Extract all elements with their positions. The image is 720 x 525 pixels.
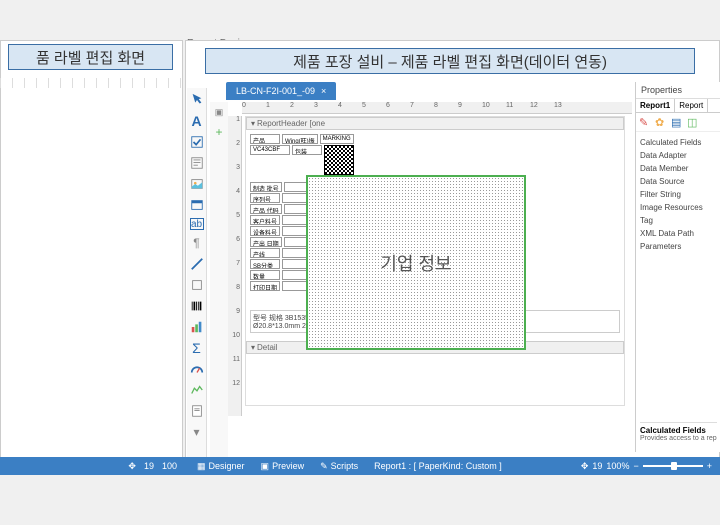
properties-list: Calculated Fields Data Adapter Data Memb…	[636, 132, 720, 257]
properties-tabs: Report1 Report	[636, 99, 720, 113]
document-tab-label: LB-CN-F2I-001_-09	[236, 86, 315, 96]
band-label: Detail	[257, 343, 277, 352]
gear-icon[interactable]: ✿	[655, 116, 667, 128]
right-statusbar: ▦Designer ▣Preview ✎Scripts Report1 : [ …	[185, 457, 720, 475]
properties-toolbar: ✎ ✿ ▤ ◫	[636, 113, 720, 132]
image-tool-icon[interactable]	[189, 176, 205, 192]
property-row[interactable]: Image Resources	[640, 201, 717, 214]
character-tool-icon[interactable]: ¶	[189, 235, 205, 251]
properties-title: Properties	[636, 82, 720, 99]
left-header-label: 품 라벨 편집 화면	[8, 44, 173, 70]
pointer-count-icon: ✥	[128, 461, 136, 472]
shape-tool-icon[interactable]	[189, 277, 205, 293]
zoom-slider[interactable]	[643, 465, 703, 467]
designer-icon: ▦	[197, 461, 206, 472]
left-statusbar: ✥ 19 100	[0, 457, 185, 475]
report-header-content[interactable]: 产品Wing(旺)振MARKING VC43CBF包装 制造 批号 序列号 产品…	[246, 130, 624, 337]
property-row[interactable]: Filter String	[640, 188, 717, 201]
chart-tool-icon[interactable]	[189, 319, 205, 335]
chevron-down-icon: ▾	[251, 343, 255, 352]
pointer-count: 19	[144, 461, 154, 471]
property-row[interactable]: Data Adapter	[640, 149, 717, 162]
label-field[interactable]: 客户料号	[250, 215, 280, 225]
arrow-down-icon[interactable]: ▾	[189, 424, 205, 440]
property-row[interactable]: Data Source	[640, 175, 717, 188]
chevron-down-icon: ▾	[251, 119, 255, 128]
toolbox: A ab ¶ Σ ▾	[187, 88, 207, 458]
richtext-tool-icon[interactable]	[189, 155, 205, 171]
plus-icon[interactable]: +	[211, 124, 227, 140]
panel-tool-icon[interactable]	[189, 197, 205, 213]
band-toolbox: ▣ +	[210, 102, 228, 457]
checkbox-tool-icon[interactable]	[189, 134, 205, 150]
zoom-value: 100	[162, 461, 177, 471]
document-tool-icon[interactable]	[189, 403, 205, 419]
band-label: ReportHeader [one	[257, 119, 325, 128]
pointer-count-icon: ✥	[581, 461, 589, 472]
label-field[interactable]: VC43CBF	[250, 145, 290, 155]
sum-tool-icon[interactable]: Σ	[189, 340, 205, 356]
properties-panel: Properties Report1 Report ✎ ✿ ▤ ◫ Calcul…	[635, 82, 720, 452]
group-icon[interactable]: ◫	[687, 116, 699, 128]
label-field[interactable]: 产品 代码	[250, 204, 282, 214]
qr-code[interactable]	[324, 145, 354, 175]
document-info: Report1 : [ PaperKind: Custom ]	[370, 461, 506, 471]
right-header-label: 제품 포장 설비 – 제품 라벨 편집 화면(데이터 연동)	[205, 48, 695, 74]
label-field[interactable]: 设备料号	[250, 226, 280, 236]
line-tool-icon[interactable]	[189, 256, 205, 272]
close-icon[interactable]: ×	[321, 86, 326, 96]
left-pane	[0, 40, 183, 465]
scripts-icon: ✎	[320, 461, 328, 472]
property-row[interactable]: Data Member	[640, 162, 717, 175]
zoom-out-button[interactable]: −	[633, 461, 638, 471]
label-field[interactable]: Wing(旺)振	[282, 134, 318, 144]
company-info-overlay[interactable]: 기업 정보	[306, 175, 526, 350]
pointer-count: 19	[592, 461, 602, 471]
preview-tab-button[interactable]: ▣Preview	[257, 461, 309, 472]
label-field[interactable]: 打印日期	[250, 281, 280, 291]
property-row[interactable]: Parameters	[640, 240, 717, 253]
zoom-value: 100%	[606, 461, 629, 471]
list-icon[interactable]: ▤	[671, 116, 683, 128]
property-row[interactable]: XML Data Path	[640, 227, 717, 240]
report-header-band[interactable]: ▾ ReportHeader [one	[246, 117, 624, 130]
label-field[interactable]: 产出 日期	[250, 237, 282, 247]
help-text: Provides access to a rep	[640, 435, 717, 442]
scripts-tab-button[interactable]: ✎Scripts	[316, 461, 362, 472]
zoom-thumb[interactable]	[671, 462, 677, 470]
property-row[interactable]: Tag	[640, 214, 717, 227]
properties-tab[interactable]: Report1	[636, 99, 675, 112]
label-field[interactable]: 数量	[250, 270, 280, 280]
zoom-in-button[interactable]: +	[707, 461, 712, 471]
label-field[interactable]: 序列号	[250, 193, 280, 203]
label-field[interactable]: 产线	[250, 248, 280, 258]
horizontal-ruler: 012345678910111213	[242, 102, 632, 114]
label-field[interactable]: 产品	[250, 134, 280, 144]
vertical-ruler: 123456789101112	[228, 116, 242, 416]
properties-tab[interactable]: Report	[675, 99, 708, 112]
design-canvas[interactable]: ▾ ReportHeader [one 产品Wing(旺)振MARKING VC…	[245, 116, 625, 406]
document-tab[interactable]: LB-CN-F2I-001_-09 ×	[226, 82, 336, 100]
label-field[interactable]: 制造 批号	[250, 182, 282, 192]
preview-icon: ▣	[261, 461, 270, 472]
overlay-label: 기업 정보	[380, 250, 451, 276]
document-tab-bar: LB-CN-F2I-001_-09 ×	[226, 82, 336, 100]
table-tool-icon[interactable]: ab	[190, 218, 204, 230]
label-field[interactable]: SB分类	[250, 259, 280, 269]
properties-help: Calculated Fields Provides access to a r…	[640, 422, 717, 442]
collapse-icon[interactable]: ▣	[211, 104, 227, 120]
wand-icon[interactable]: ✎	[639, 116, 651, 128]
property-row[interactable]: Calculated Fields	[640, 136, 717, 149]
label-field[interactable]: MARKING	[320, 134, 354, 144]
pointer-tool-icon[interactable]	[189, 92, 205, 108]
barcode-tool-icon[interactable]	[189, 298, 205, 314]
label-field[interactable]: 包装	[292, 145, 322, 155]
designer-tab-button[interactable]: ▦Designer	[193, 461, 249, 472]
sparkline-tool-icon[interactable]	[189, 382, 205, 398]
text-tool-icon[interactable]: A	[189, 113, 205, 129]
help-title: Calculated Fields	[640, 426, 717, 435]
gauge-tool-icon[interactable]	[189, 361, 205, 377]
